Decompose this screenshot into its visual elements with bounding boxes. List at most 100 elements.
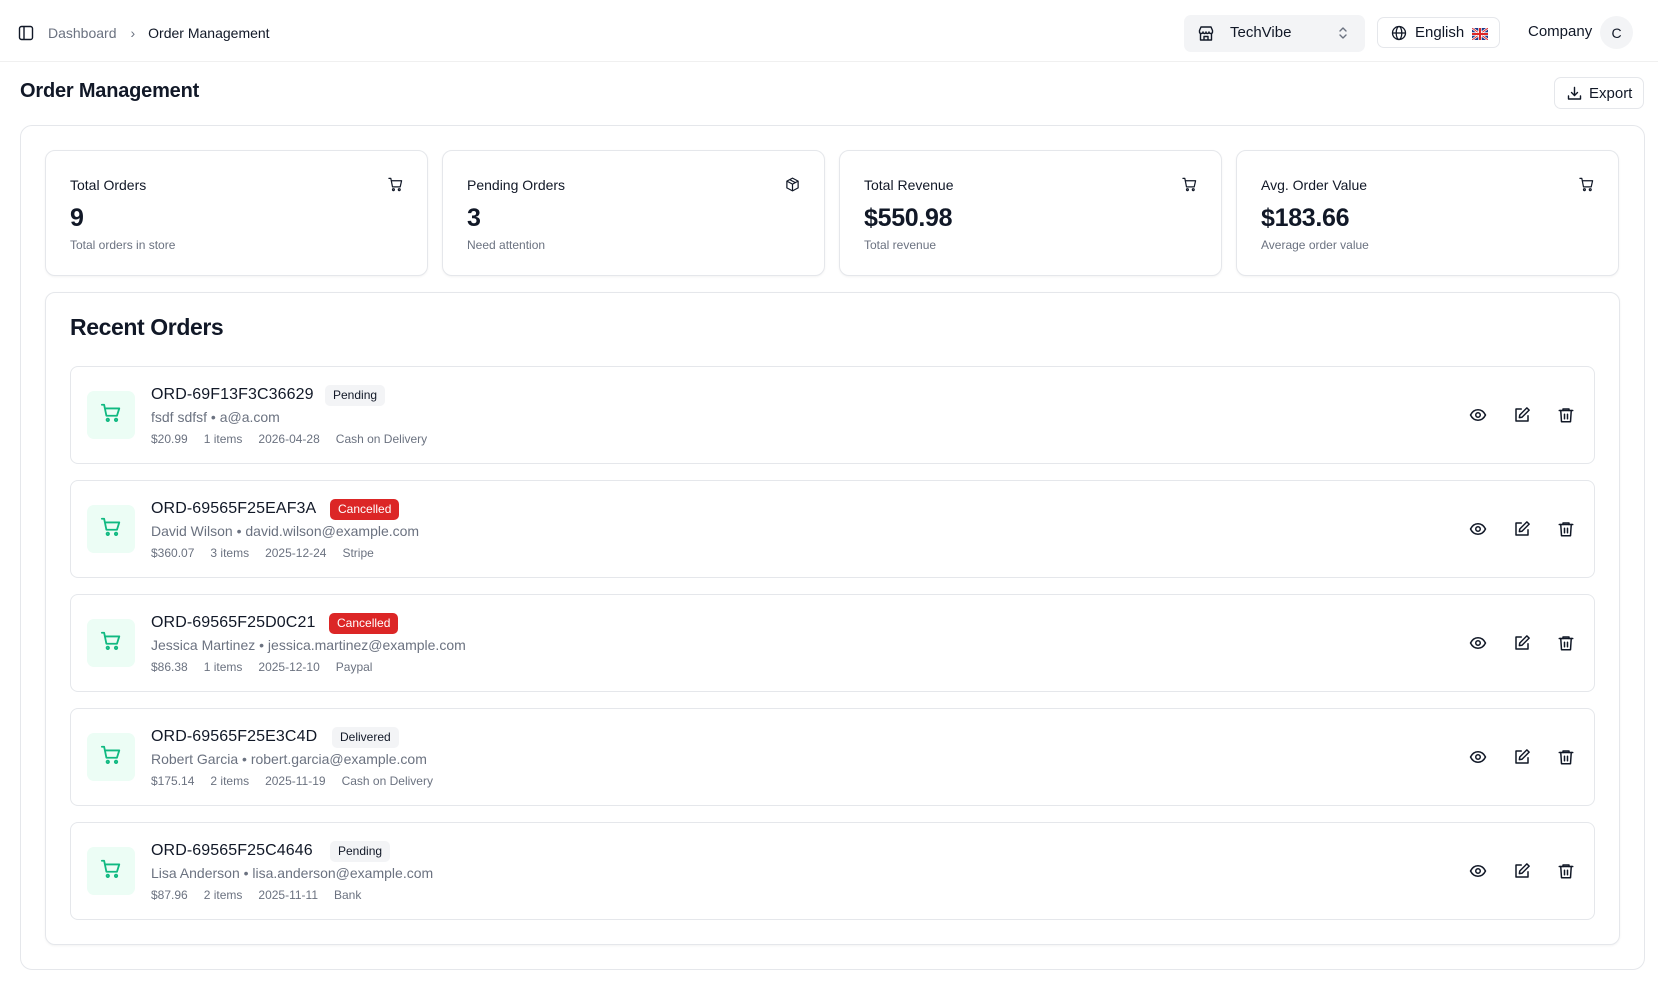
- edit-icon[interactable]: [1513, 634, 1531, 652]
- delete-trash-icon[interactable]: [1557, 748, 1575, 766]
- stat-card-total-orders: Total Orders 9 Total orders in store: [45, 150, 428, 276]
- stats-row: Total Orders 9 Total orders in store Pen…: [45, 150, 1620, 276]
- cart-icon: [1579, 177, 1594, 197]
- stat-title: Avg. Order Value: [1261, 177, 1368, 193]
- stat-subtitle: Total orders in store: [70, 238, 176, 252]
- order-customer: David Wilson • david.wilson@example.com: [151, 523, 420, 539]
- shopping-cart-icon: [100, 630, 122, 657]
- order-id[interactable]: ORD-69565F25D0C21: [151, 614, 315, 632]
- delete-trash-icon[interactable]: [1557, 862, 1575, 880]
- order-customer: Lisa Anderson • lisa.anderson@example.co…: [151, 865, 434, 881]
- company-label[interactable]: Company: [1528, 23, 1592, 40]
- order-row[interactable]: ORD-69565F25D0C21 Cancelled Jessica Mart…: [70, 594, 1595, 692]
- order-date: 2025-12-10: [258, 660, 320, 674]
- export-label: Export: [1589, 85, 1633, 102]
- status-badge: Pending: [325, 385, 386, 406]
- order-payment: Bank: [334, 888, 362, 902]
- order-meta: $175.14 2 items 2025-11-19 Cash on Deliv…: [151, 774, 449, 788]
- edit-icon[interactable]: [1513, 862, 1531, 880]
- order-id[interactable]: ORD-69565F25E3C4D: [151, 728, 317, 746]
- store-selector[interactable]: TechVibe: [1184, 15, 1365, 52]
- order-id[interactable]: ORD-69565F25EAF3A: [151, 500, 316, 518]
- stat-subtitle: Need attention: [467, 238, 546, 252]
- shopping-cart-icon: [100, 402, 122, 429]
- package-icon: [785, 177, 800, 197]
- delete-trash-icon[interactable]: [1557, 406, 1575, 424]
- store-selector-value: TechVibe: [1230, 24, 1292, 41]
- avatar[interactable]: C: [1600, 16, 1633, 49]
- language-selector[interactable]: English: [1377, 17, 1500, 48]
- order-amount: $20.99: [151, 432, 188, 446]
- order-meta: $20.99 1 items 2026-04-28 Cash on Delive…: [151, 432, 443, 446]
- shopping-cart-icon: [100, 516, 122, 543]
- order-payment: Cash on Delivery: [341, 774, 433, 788]
- order-customer: fsdf sdfsf • a@a.com: [151, 409, 280, 425]
- order-customer: Jessica Martinez • jessica.martinez@exam…: [151, 637, 466, 653]
- order-cart-badge: [87, 733, 135, 781]
- order-customer: Robert Garcia • robert.garcia@example.co…: [151, 751, 427, 767]
- uk-flag-icon: [1471, 27, 1489, 41]
- status-badge: Delivered: [332, 727, 399, 748]
- export-button[interactable]: Export: [1554, 77, 1644, 109]
- order-row[interactable]: ORD-69F13F3C36629 Pending fsdf sdfsf • a…: [70, 366, 1595, 464]
- order-items: 2 items: [210, 774, 250, 788]
- order-date: 2025-11-11: [258, 888, 318, 902]
- recent-orders-card: Recent Orders ORD-69F13F3C36629 Pending …: [45, 292, 1620, 945]
- stat-card-avg-order-value: Avg. Order Value $183.66 Average order v…: [1236, 150, 1619, 276]
- order-meta: $87.96 2 items 2025-11-11 Bank: [151, 888, 377, 902]
- status-badge: Cancelled: [330, 499, 400, 520]
- download-icon: [1567, 86, 1582, 104]
- status-badge: Pending: [330, 841, 391, 862]
- order-payment: Paypal: [335, 660, 373, 674]
- order-row[interactable]: ORD-69565F25E3C4D Delivered Robert Garci…: [70, 708, 1595, 806]
- edit-icon[interactable]: [1513, 406, 1531, 424]
- breadcrumb-dashboard-link[interactable]: Dashboard: [48, 23, 117, 43]
- view-eye-icon[interactable]: [1469, 862, 1487, 880]
- cart-icon: [1182, 177, 1197, 197]
- order-row[interactable]: ORD-69565F25EAF3A Cancelled David Wilson…: [70, 480, 1595, 578]
- order-meta: $360.07 3 items 2025-12-24 Stripe: [151, 546, 390, 560]
- order-cart-badge: [87, 847, 135, 895]
- stat-subtitle: Total revenue: [864, 238, 937, 252]
- cart-icon: [388, 177, 403, 197]
- order-amount: $87.96: [151, 888, 188, 902]
- order-payment: Stripe: [342, 546, 374, 560]
- stat-card-total-revenue: Total Revenue $550.98 Total revenue: [839, 150, 1222, 276]
- delete-trash-icon[interactable]: [1557, 520, 1575, 538]
- top-bar: Dashboard › Order Management TechVibe En…: [0, 6, 1658, 62]
- stat-value: $550.98: [864, 204, 953, 232]
- breadcrumb-separator-icon: ›: [130, 25, 136, 41]
- order-id[interactable]: ORD-69565F25C4646: [151, 842, 313, 860]
- order-id[interactable]: ORD-69F13F3C36629: [151, 386, 314, 404]
- stat-title: Total Revenue: [864, 177, 954, 193]
- sidebar-toggle-icon[interactable]: [18, 25, 34, 41]
- view-eye-icon[interactable]: [1469, 634, 1487, 652]
- view-eye-icon[interactable]: [1469, 748, 1487, 766]
- stat-title: Total Orders: [70, 177, 147, 193]
- order-date: 2026-04-28: [258, 432, 320, 446]
- view-eye-icon[interactable]: [1469, 520, 1487, 538]
- order-payment: Cash on Delivery: [335, 432, 428, 446]
- order-row[interactable]: ORD-69565F25C4646 Pending Lisa Anderson …: [70, 822, 1595, 920]
- order-amount: $175.14: [151, 774, 195, 788]
- chevron-up-down-icon: [1337, 25, 1349, 46]
- order-cart-badge: [87, 619, 135, 667]
- language-label: English: [1415, 24, 1465, 41]
- order-date: 2025-11-19: [265, 774, 326, 788]
- status-badge: Cancelled: [329, 613, 399, 634]
- delete-trash-icon[interactable]: [1557, 634, 1575, 652]
- order-items: 2 items: [203, 888, 243, 902]
- stat-value: $183.66: [1261, 204, 1350, 232]
- order-cart-badge: [87, 391, 135, 439]
- stat-value: 9: [70, 204, 84, 232]
- recent-orders-title: Recent Orders: [70, 314, 224, 340]
- edit-icon[interactable]: [1513, 748, 1531, 766]
- order-cart-badge: [87, 505, 135, 553]
- edit-icon[interactable]: [1513, 520, 1531, 538]
- order-amount: $360.07: [151, 546, 195, 560]
- order-items: 1 items: [203, 660, 243, 674]
- stat-subtitle: Average order value: [1261, 238, 1369, 252]
- order-meta: $86.38 1 items 2025-12-10 Paypal: [151, 660, 388, 674]
- breadcrumb: Dashboard › Order Management: [48, 23, 270, 43]
- view-eye-icon[interactable]: [1469, 406, 1487, 424]
